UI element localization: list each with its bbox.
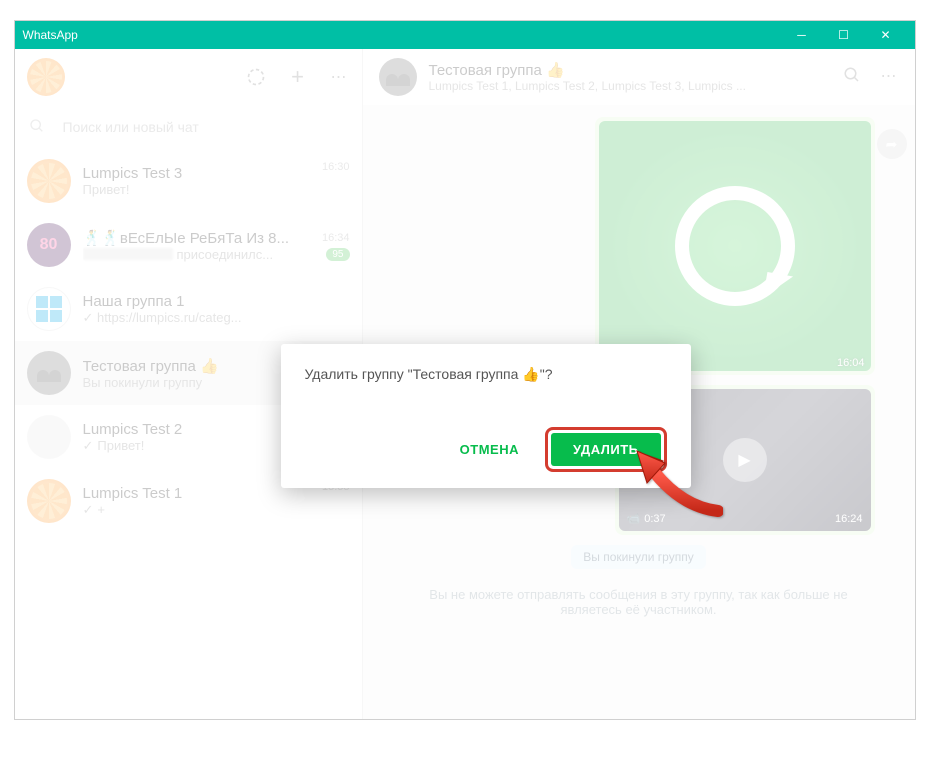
whatsapp-logo-image <box>599 121 871 371</box>
camera-icon: 📹 <box>627 512 641 525</box>
window-controls: ─ ☐ ✕ <box>781 21 907 49</box>
sidebar-actions: + ⋯ <box>246 67 350 87</box>
new-chat-icon[interactable]: + <box>288 67 308 87</box>
close-button[interactable]: ✕ <box>865 21 907 49</box>
chat-preview: ✓ Привет! <box>83 438 310 454</box>
play-icon[interactable]: ▶ <box>723 438 767 482</box>
chat-name: 🕺🕺вЕсЕлЫе РеБяТа Из 8... <box>83 229 310 247</box>
sidebar-header: + ⋯ <box>15 49 362 105</box>
chat-name: Lumpics Test 3 <box>83 165 310 182</box>
search-in-chat-icon[interactable] <box>843 66 861 89</box>
status-icon[interactable] <box>246 67 266 87</box>
cancel-button[interactable]: ОТМЕНА <box>442 433 537 466</box>
chat-preview: присоединилс... <box>83 247 310 262</box>
readonly-notice: Вы не можете отправлять сообщения в эту … <box>403 579 875 625</box>
conversation-title: Тестовая группа 👍 <box>429 61 831 79</box>
confirm-dialog: Удалить группу "Тестовая группа 👍"? ОТМЕ… <box>281 344 691 488</box>
menu-icon[interactable]: ⋯ <box>330 67 350 87</box>
message-time: 16:24 <box>835 513 863 525</box>
search-placeholder: Поиск или новый чат <box>63 119 199 135</box>
chat-avatar <box>27 415 71 459</box>
video-duration: 📹 0:37 <box>627 512 666 525</box>
chat-item[interactable]: 80 🕺🕺вЕсЕлЫе РеБяТа Из 8... присоединилс… <box>15 213 362 277</box>
delete-button[interactable]: УДАЛИТЬ <box>551 433 661 466</box>
maximize-button[interactable]: ☐ <box>823 21 865 49</box>
delete-highlight: УДАЛИТЬ <box>545 427 667 472</box>
forward-icon[interactable]: ➦ <box>877 129 907 159</box>
chat-name: Lumpics Test 1 <box>83 485 310 502</box>
chat-item[interactable]: Наша группа 1 ✓ https://lumpics.ru/categ… <box>15 277 362 341</box>
user-avatar[interactable] <box>27 58 65 96</box>
system-message: Вы покинули группу <box>571 545 705 569</box>
chat-name: Lumpics Test 2 <box>83 421 310 438</box>
chat-avatar <box>27 159 71 203</box>
search-bar[interactable]: Поиск или новый чат <box>15 105 362 149</box>
titlebar: WhatsApp ─ ☐ ✕ <box>15 21 915 49</box>
conversation-members: Lumpics Test 1, Lumpics Test 2, Lumpics … <box>429 79 831 93</box>
dialog-message: Удалить группу "Тестовая группа 👍"? <box>305 366 667 383</box>
chat-avatar <box>27 287 71 331</box>
minimize-button[interactable]: ─ <box>781 21 823 49</box>
chat-time: 16:30 <box>322 161 350 173</box>
unread-badge: 95 <box>326 248 349 261</box>
conversation-header[interactable]: Тестовая группа 👍 Lumpics Test 1, Lumpic… <box>363 49 915 105</box>
chat-preview: ✓ + <box>83 502 310 518</box>
chat-preview: Привет! <box>83 182 310 197</box>
group-avatar <box>379 58 417 96</box>
chat-avatar: 80 <box>27 223 71 267</box>
chat-preview: ✓ https://lumpics.ru/categ... <box>83 310 350 326</box>
chat-avatar <box>27 479 71 523</box>
window-title: WhatsApp <box>23 28 781 42</box>
app-body: + ⋯ Поиск или новый чат Lumpics Test 3 П… <box>15 49 915 719</box>
chat-menu-icon[interactable]: ⋯ <box>881 66 899 89</box>
chat-avatar <box>27 351 71 395</box>
message-time: 16:04 <box>837 357 865 369</box>
app-window: WhatsApp ─ ☐ ✕ + ⋯ Поиск или новый чат <box>14 20 916 720</box>
image-message[interactable]: ➦ 16:04 <box>595 117 875 375</box>
chat-time: 16:34 <box>322 232 350 244</box>
chat-name: Наша группа 1 <box>83 293 350 310</box>
dialog-actions: ОТМЕНА УДАЛИТЬ <box>305 427 667 472</box>
chat-item[interactable]: Lumpics Test 3 Привет! 16:30 <box>15 149 362 213</box>
search-icon <box>29 118 45 137</box>
